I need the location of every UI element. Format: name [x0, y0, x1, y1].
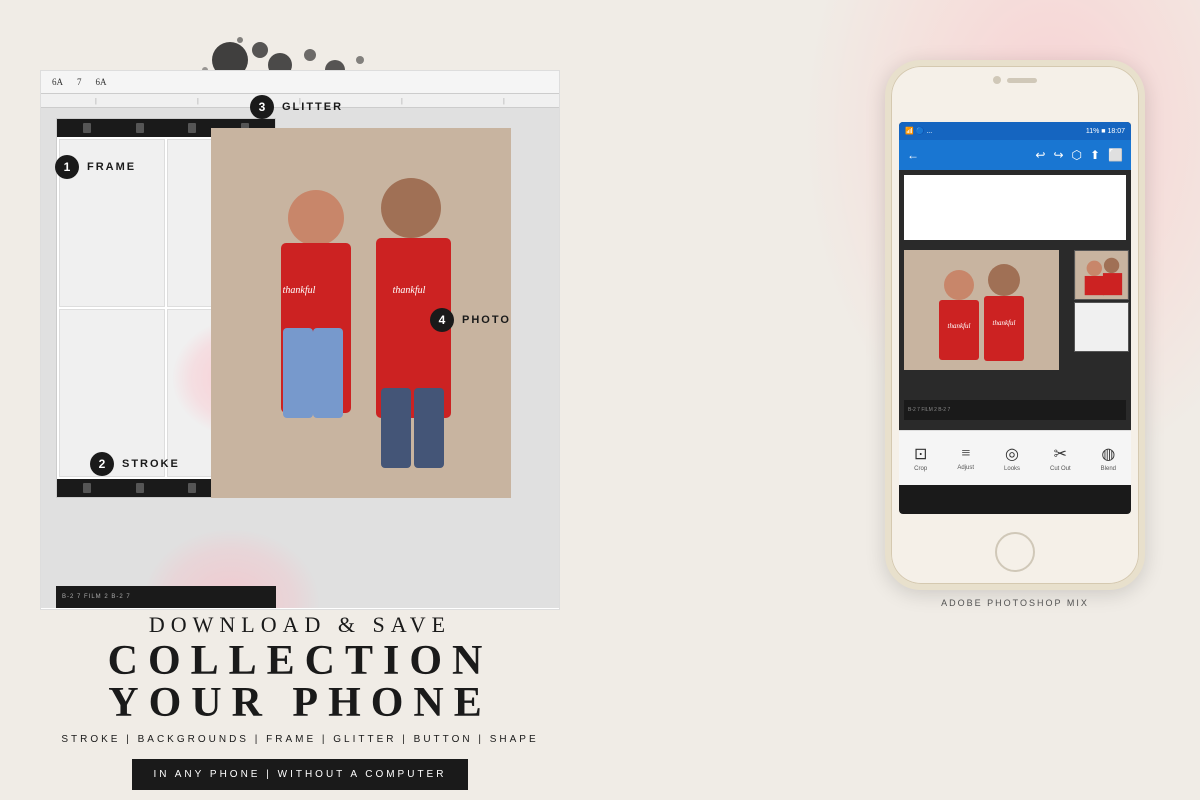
fullscreen-icon[interactable]: ⬜: [1108, 148, 1123, 163]
app-white-canvas: [904, 175, 1126, 240]
stroke-badge-label: STROKE: [122, 458, 180, 470]
film-strip-label: B-2 7 FILM 2 B-2 7: [908, 407, 950, 413]
blend-icon: ◍: [1101, 444, 1115, 464]
app-thumbnails: [1074, 250, 1129, 352]
phone-frame: 📶 🔵 ... 11% ■ 18:07 ← ↩ ↪ ⬡ ⬆ ⬜: [885, 60, 1145, 590]
film-hole: [188, 483, 196, 493]
adjust-icon: ≡: [961, 445, 970, 463]
cutout-icon: ✂: [1054, 444, 1067, 464]
svg-text:thankful: thankful: [393, 285, 426, 296]
film-label-text: B-2 7 FILM 2 B-2 7: [62, 594, 131, 600]
toolbar-left-icons: ←: [907, 148, 919, 163]
looks-label: Looks: [1004, 466, 1020, 472]
phone-notch: [993, 76, 1037, 84]
undo-icon[interactable]: ↩: [1035, 148, 1045, 163]
download-save-heading: DOWNLOAD & SAVE: [0, 612, 600, 638]
stroke-badge-number: 2: [90, 452, 114, 476]
status-icons: 📶 🔵 ...: [905, 127, 932, 135]
cutout-tool[interactable]: ✂ Cut Out: [1050, 444, 1071, 472]
film-hole: [136, 483, 144, 493]
glitter-badge-label: GLITTER: [282, 101, 343, 113]
svg-text:thankful: thankful: [283, 285, 316, 296]
adobe-label: ADOBE PHOTOSHOP MIX: [850, 598, 1180, 608]
app-film-strip: B-2 7 FILM 2 B-2 7: [904, 400, 1126, 420]
collection-heading: COLLECTION: [0, 640, 600, 682]
film-hole: [136, 123, 144, 133]
app-bottom-toolbar: ⊡ Crop ≡ Adjust ◎ Looks ✂ Cut Out ◍ Bl: [899, 430, 1131, 485]
ruler-mark: |: [401, 97, 402, 105]
ruler-mark: |: [95, 97, 96, 105]
toolbar-item: 6A: [91, 75, 112, 89]
editor-toolbar: 6A 7 6A: [41, 71, 559, 94]
status-left: 📶 🔵 ...: [905, 127, 932, 135]
toolbar-right-icons: ↩ ↪ ⬡ ⬆ ⬜: [1035, 148, 1123, 163]
status-right: 11% ■ 18:07: [1086, 128, 1125, 135]
looks-tool[interactable]: ◎ Looks: [1004, 444, 1020, 472]
glitter-badge: 3 GLITTER: [250, 95, 343, 119]
photo-badge: 4 PHOTO: [430, 308, 511, 332]
photo-badge-number: 4: [430, 308, 454, 332]
layers-icon[interactable]: ⬡: [1072, 148, 1082, 163]
status-info: 11% ■ 18:07: [1086, 128, 1125, 135]
film-hole: [83, 483, 91, 493]
adjust-label: Adjust: [957, 465, 974, 471]
phone-camera: [993, 76, 1001, 84]
cutout-label: Cut Out: [1050, 466, 1071, 472]
app-status-bar: 📶 🔵 ... 11% ■ 18:07: [899, 122, 1131, 140]
editor-mockup: 6A 7 6A | | | | |: [40, 70, 560, 610]
svg-text:thankful: thankful: [948, 322, 971, 330]
frame-badge-label: FRAME: [87, 161, 136, 173]
phone-speaker: [1007, 78, 1037, 83]
blend-tool[interactable]: ◍ Blend: [1101, 444, 1116, 472]
frame-badge: 1 FRAME: [55, 155, 136, 179]
crop-icon: ⊡: [914, 444, 927, 464]
toolbar-item: 7: [72, 75, 87, 89]
app-photo-area: thankful thankful: [904, 250, 1059, 370]
back-icon[interactable]: ←: [907, 148, 919, 163]
cta-button[interactable]: IN ANY PHONE | WITHOUT A COMPUTER: [132, 759, 469, 790]
crop-tool[interactable]: ⊡ Crop: [914, 444, 927, 472]
svg-text:thankful: thankful: [993, 319, 1016, 327]
stroke-badge: 2 STROKE: [90, 452, 180, 476]
phone-home-button[interactable]: [995, 532, 1035, 572]
thumbnail-2[interactable]: [1074, 302, 1129, 352]
looks-icon: ◎: [1005, 444, 1019, 464]
ruler-mark: |: [503, 97, 504, 105]
redo-icon[interactable]: ↪: [1053, 148, 1063, 163]
crop-label: Crop: [914, 466, 927, 472]
glitter-badge-number: 3: [250, 95, 274, 119]
app-couple-photo: thankful thankful: [904, 250, 1059, 370]
film-hole: [83, 123, 91, 133]
blend-label: Blend: [1101, 466, 1116, 472]
left-panel: 6A 7 6A | | | | |: [0, 0, 600, 800]
adjust-tool[interactable]: ≡ Adjust: [957, 445, 974, 471]
right-panel: 📶 🔵 ... 11% ■ 18:07 ← ↩ ↪ ⬡ ⬆ ⬜: [850, 60, 1180, 780]
bottom-text-area: DOWNLOAD & SAVE COLLECTION YOUR PHONE ST…: [0, 612, 600, 790]
canvas-work-area: thankful thankful B-2 7 FILM 2 B-2 7: [41, 108, 559, 608]
photo-badge-label: PHOTO: [462, 314, 511, 326]
thumbnail-1[interactable]: [1074, 250, 1129, 300]
app-toolbar: ← ↩ ↪ ⬡ ⬆ ⬜: [899, 140, 1131, 170]
toolbar-item: 6A: [47, 75, 68, 89]
features-list: STROKE | BACKGROUNDS | FRAME | GLITTER |…: [0, 734, 600, 745]
your-phone-heading: YOUR PHONE: [0, 682, 600, 724]
app-canvas-area: thankful thankful +: [899, 170, 1131, 430]
ruler-mark: |: [197, 97, 198, 105]
phone-screen: 📶 🔵 ... 11% ■ 18:07 ← ↩ ↪ ⬡ ⬆ ⬜: [899, 122, 1131, 514]
film-label-bottom: B-2 7 FILM 2 B-2 7: [56, 586, 276, 608]
frame-badge-number: 1: [55, 155, 79, 179]
film-hole: [188, 123, 196, 133]
share-icon[interactable]: ⬆: [1090, 148, 1100, 163]
